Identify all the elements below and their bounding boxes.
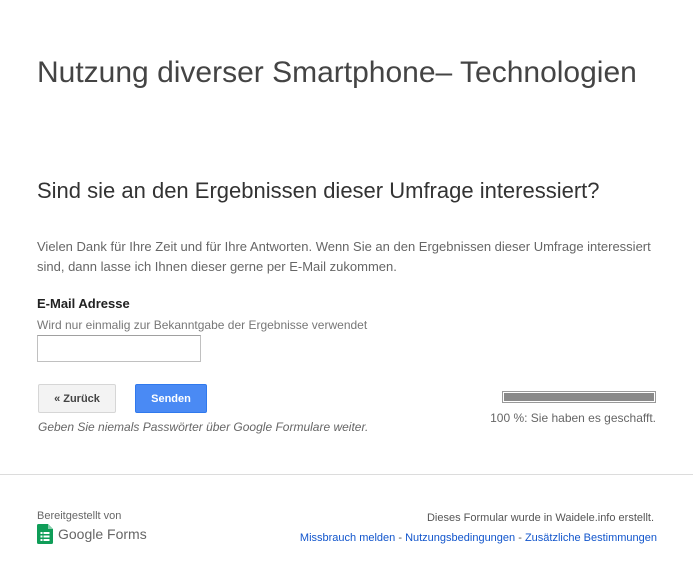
google-forms-wordmark: Google Forms xyxy=(58,526,147,542)
terms-link[interactable]: Nutzungsbedingungen xyxy=(405,532,515,544)
footer-links: Missbrauch melden - Nutzungsbedingungen … xyxy=(300,532,657,544)
footer-divider xyxy=(0,474,693,475)
link-separator: - xyxy=(395,532,406,544)
email-question-label: E-Mail Adresse xyxy=(37,296,130,311)
send-button[interactable]: Senden xyxy=(135,384,207,413)
google-forms-logo[interactable]: Google Forms xyxy=(37,524,147,544)
link-separator: - xyxy=(515,532,525,544)
form-title: Nutzung diverser Smartphone– Technologie… xyxy=(37,56,637,89)
google-forms-icon xyxy=(37,524,53,544)
logo-google-text: Google xyxy=(58,526,104,542)
progress-bar xyxy=(502,391,656,403)
logo-forms-text: Forms xyxy=(107,526,147,542)
password-warning: Geben Sie niemals Passwörter über Google… xyxy=(38,420,369,434)
created-by-text: Dieses Formular wurde in Waidele.info er… xyxy=(426,512,654,524)
email-question-help: Wird nur einmalig zur Bekanntgabe der Er… xyxy=(37,318,368,332)
progress-text: 100 %: Sie haben es geschafft. xyxy=(490,411,656,425)
section-title: Sind sie an den Ergebnissen dieser Umfra… xyxy=(37,178,600,203)
progress-bar-fill xyxy=(504,393,654,401)
section-description: Vielen Dank für Ihre Zeit und für Ihre A… xyxy=(37,239,651,274)
email-field[interactable] xyxy=(37,335,201,362)
report-abuse-link[interactable]: Missbrauch melden xyxy=(300,532,395,544)
additional-terms-link[interactable]: Zusätzliche Bestimmungen xyxy=(525,532,657,544)
form-page: Nutzung diverser Smartphone– Technologie… xyxy=(0,0,693,584)
powered-by-label: Bereitgestellt von xyxy=(37,510,122,522)
back-button[interactable]: « Zurück xyxy=(38,384,116,413)
